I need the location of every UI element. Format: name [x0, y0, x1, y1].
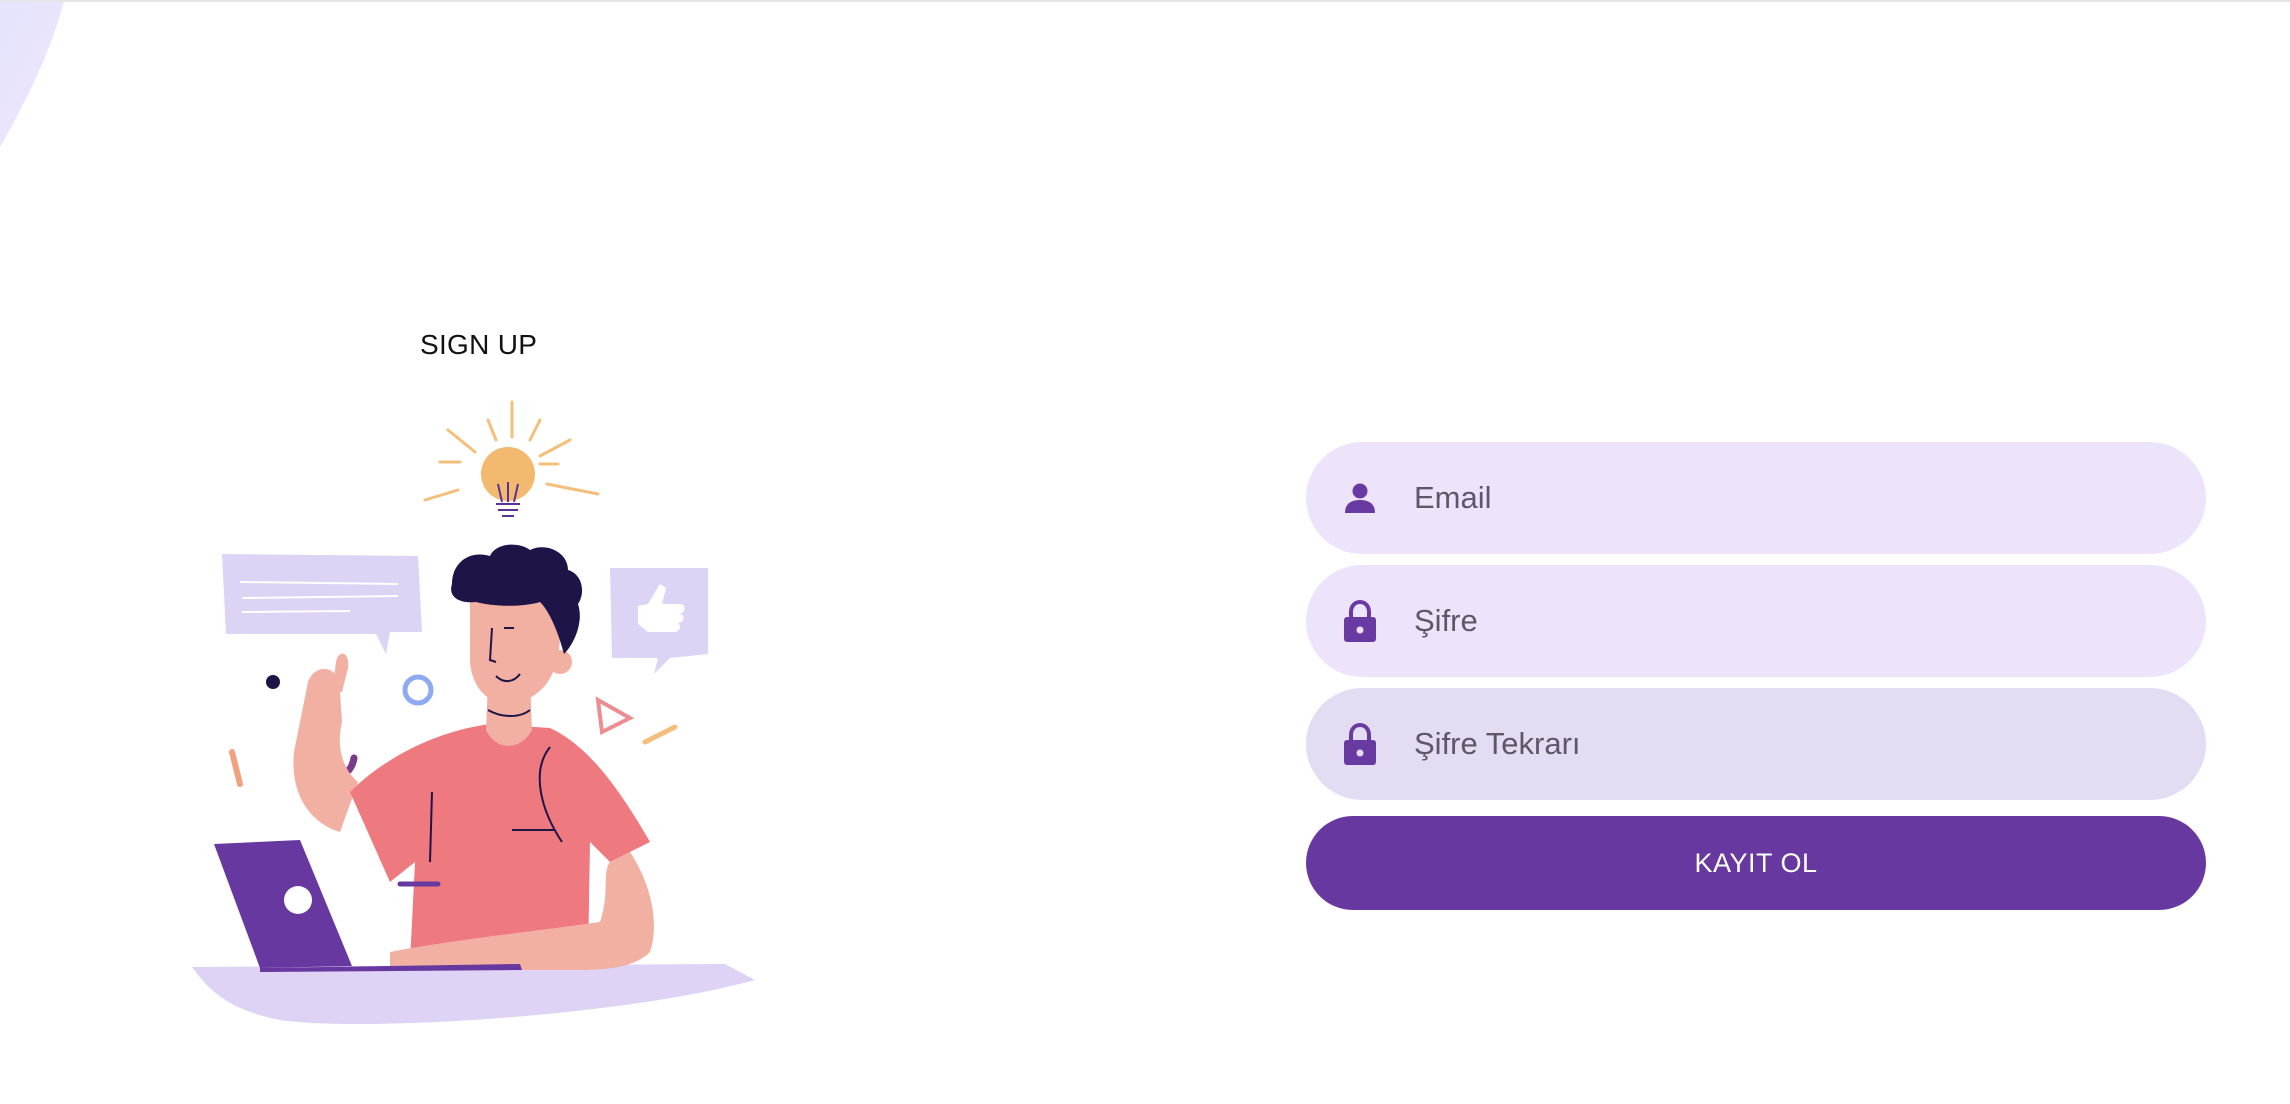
lock-icon — [1342, 600, 1378, 642]
corner-blob-decoration — [0, 2, 64, 147]
signup-page: SIGN UP Email KAYIT OL — [0, 0, 2290, 1104]
password-field[interactable] — [1306, 565, 2206, 677]
person-icon — [1342, 478, 1378, 518]
password-repeat-input[interactable] — [1412, 725, 2176, 763]
signup-button[interactable]: KAYIT OL — [1306, 816, 2206, 910]
email-field[interactable] — [1306, 442, 2206, 554]
password-input[interactable] — [1412, 602, 2176, 640]
page-title: SIGN UP — [420, 329, 538, 360]
email-input[interactable] — [1412, 479, 2176, 517]
password-repeat-field[interactable] — [1306, 688, 2206, 800]
lock-icon — [1342, 723, 1378, 765]
signup-illustration — [192, 400, 755, 1025]
